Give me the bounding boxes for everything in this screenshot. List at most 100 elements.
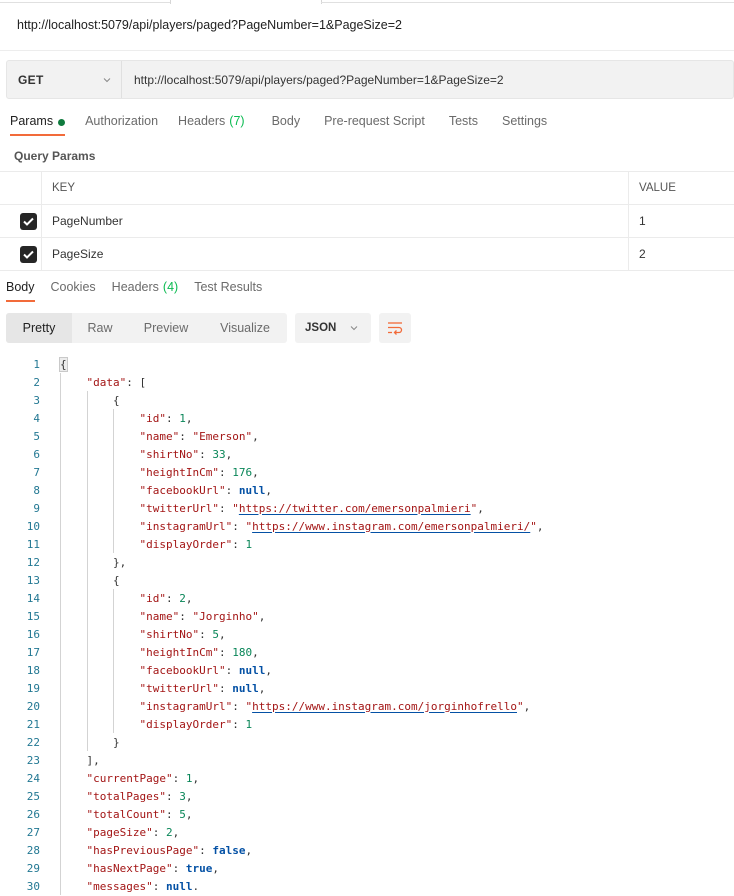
indent-guide xyxy=(113,589,114,733)
tab-params[interactable]: Params xyxy=(10,114,66,138)
indent-guide xyxy=(113,409,114,553)
json-token: null xyxy=(165,879,193,893)
url-link[interactable]: https://www.instagram.com/jorginhofrello xyxy=(252,700,517,713)
response-body-viewer[interactable]: 1{2 "data": [3{4 "id": 1, 5 "name": "Emerson… xyxy=(0,355,734,895)
code-content: "hasPreviousPage": false, xyxy=(87,841,253,859)
line-number: 28 xyxy=(26,843,40,857)
tab-settings[interactable]: Settings xyxy=(502,114,547,138)
json-token: , xyxy=(225,447,233,461)
code-line: 1{ xyxy=(0,355,734,373)
json-token: "pageSize" xyxy=(86,825,153,839)
code-content: "id": 2, xyxy=(140,589,193,607)
code-content: "displayOrder": 1 xyxy=(140,535,253,553)
url-bar: GET http://localhost:5079/api/players/pa… xyxy=(6,60,734,99)
response-tabs: Body Cookies Headers (4) Test Results xyxy=(6,280,278,304)
bracket-match: { xyxy=(59,356,68,372)
line-number: 13 xyxy=(26,573,40,587)
url-input[interactable]: http://localhost:5079/api/players/paged?… xyxy=(122,61,733,98)
line-number: 7 xyxy=(33,465,40,479)
active-request-tab-edge[interactable] xyxy=(170,0,171,4)
json-token: , xyxy=(258,609,266,623)
json-token: "id" xyxy=(139,411,167,425)
json-token: , xyxy=(185,807,193,821)
code-content: "messages": null. xyxy=(87,877,200,895)
line-number: 6 xyxy=(33,447,40,461)
code-content: "heightInCm": 176, xyxy=(140,463,259,481)
tab-authorization[interactable]: Authorization xyxy=(85,114,158,138)
param-key[interactable]: PageSize xyxy=(42,238,629,270)
tab-pre-request-script[interactable]: Pre-request Script xyxy=(324,114,425,138)
code-content: "id": 1, xyxy=(140,409,193,427)
tab-cookies[interactable]: Cookies xyxy=(51,280,96,304)
code-content: { xyxy=(113,571,120,589)
json-token: "totalPages" xyxy=(86,789,166,803)
json-token: "hasPreviousPage" xyxy=(86,843,200,857)
json-token: : xyxy=(199,627,213,641)
line-number: 15 xyxy=(26,609,40,623)
json-token: "instagramUrl" xyxy=(139,699,233,713)
code-content: "twitterUrl": " https://twitter.com/emers… xyxy=(140,499,484,517)
code-line: 10 "instagramUrl": " https://www.instagram… xyxy=(0,517,734,535)
json-token: "facebookUrl" xyxy=(139,663,226,677)
json-token: 2 xyxy=(165,825,173,839)
format-label: JSON xyxy=(305,322,337,334)
tab-headers[interactable]: Headers (7) xyxy=(178,114,245,138)
json-token: : xyxy=(232,717,246,731)
param-key[interactable]: PageNumber xyxy=(42,205,629,237)
url-link[interactable]: https://twitter.com/emersonpalmieri xyxy=(239,502,471,515)
table-row: PageSize 2 xyxy=(0,238,734,271)
json-token: : xyxy=(218,645,233,659)
param-value[interactable]: 1 xyxy=(629,205,734,237)
json-token: , xyxy=(265,483,272,497)
code-content: "data": [ xyxy=(87,373,147,391)
json-token: : xyxy=(232,699,246,713)
code-content: { xyxy=(113,391,120,409)
json-token: "hasNextPage" xyxy=(86,861,173,875)
view-preview-button[interactable]: Preview xyxy=(128,313,204,343)
line-number: 10 xyxy=(26,519,40,533)
json-token: : xyxy=(232,519,246,533)
line-number: 24 xyxy=(26,771,40,785)
request-title[interactable]: http://localhost:5079/api/players/paged?… xyxy=(17,18,402,32)
tab-strip-border xyxy=(0,2,171,3)
json-token: 1 xyxy=(179,411,186,425)
tab-label: Tests xyxy=(448,114,478,128)
code-line: 19 "twitterUrl": null, xyxy=(0,679,734,697)
json-token: , xyxy=(258,681,266,695)
code-line: 4 "id": 1, xyxy=(0,409,734,427)
json-token: , xyxy=(185,789,193,803)
param-checkbox[interactable] xyxy=(20,245,37,263)
json-token: 3 xyxy=(179,789,186,803)
view-raw-button[interactable]: Raw xyxy=(72,313,128,343)
tab-response-headers[interactable]: Headers (4) xyxy=(112,280,179,304)
view-pretty-button[interactable]: Pretty xyxy=(6,313,72,343)
code-content: "twitterUrl": null, xyxy=(140,679,266,697)
json-token: "Jorginho" xyxy=(192,609,259,623)
format-select[interactable]: JSON xyxy=(295,313,371,343)
param-value[interactable]: 2 xyxy=(629,238,734,270)
tab-label: Test Results xyxy=(194,280,263,294)
view-visualize-button[interactable]: Visualize xyxy=(204,313,286,343)
code-content: }, xyxy=(113,553,126,571)
param-checkbox[interactable] xyxy=(20,212,37,230)
line-number: 3 xyxy=(33,393,40,407)
code-line: 11 "displayOrder": 1 xyxy=(0,535,734,553)
url-link[interactable]: https://www.instagram.com/emersonpalmier… xyxy=(252,520,530,533)
tab-test-results[interactable]: Test Results xyxy=(194,280,262,304)
json-token: "name" xyxy=(139,609,180,623)
tab-response-body[interactable]: Body xyxy=(6,280,35,304)
tab-body[interactable]: Body xyxy=(272,114,301,138)
json-token: : xyxy=(218,501,233,515)
method-select[interactable]: GET xyxy=(7,61,122,98)
line-number: 9 xyxy=(33,501,40,515)
line-number: 8 xyxy=(33,483,40,497)
code-content: } xyxy=(113,733,120,751)
tab-label: Body xyxy=(271,114,301,128)
tab-tests[interactable]: Tests xyxy=(449,114,478,138)
divider xyxy=(0,50,734,51)
line-number: 21 xyxy=(26,717,40,731)
line-number: 26 xyxy=(26,807,40,821)
json-token: { xyxy=(113,573,120,587)
wrap-lines-button[interactable] xyxy=(379,313,411,343)
code-line: 16 "shirtNo": 5, xyxy=(0,625,734,643)
